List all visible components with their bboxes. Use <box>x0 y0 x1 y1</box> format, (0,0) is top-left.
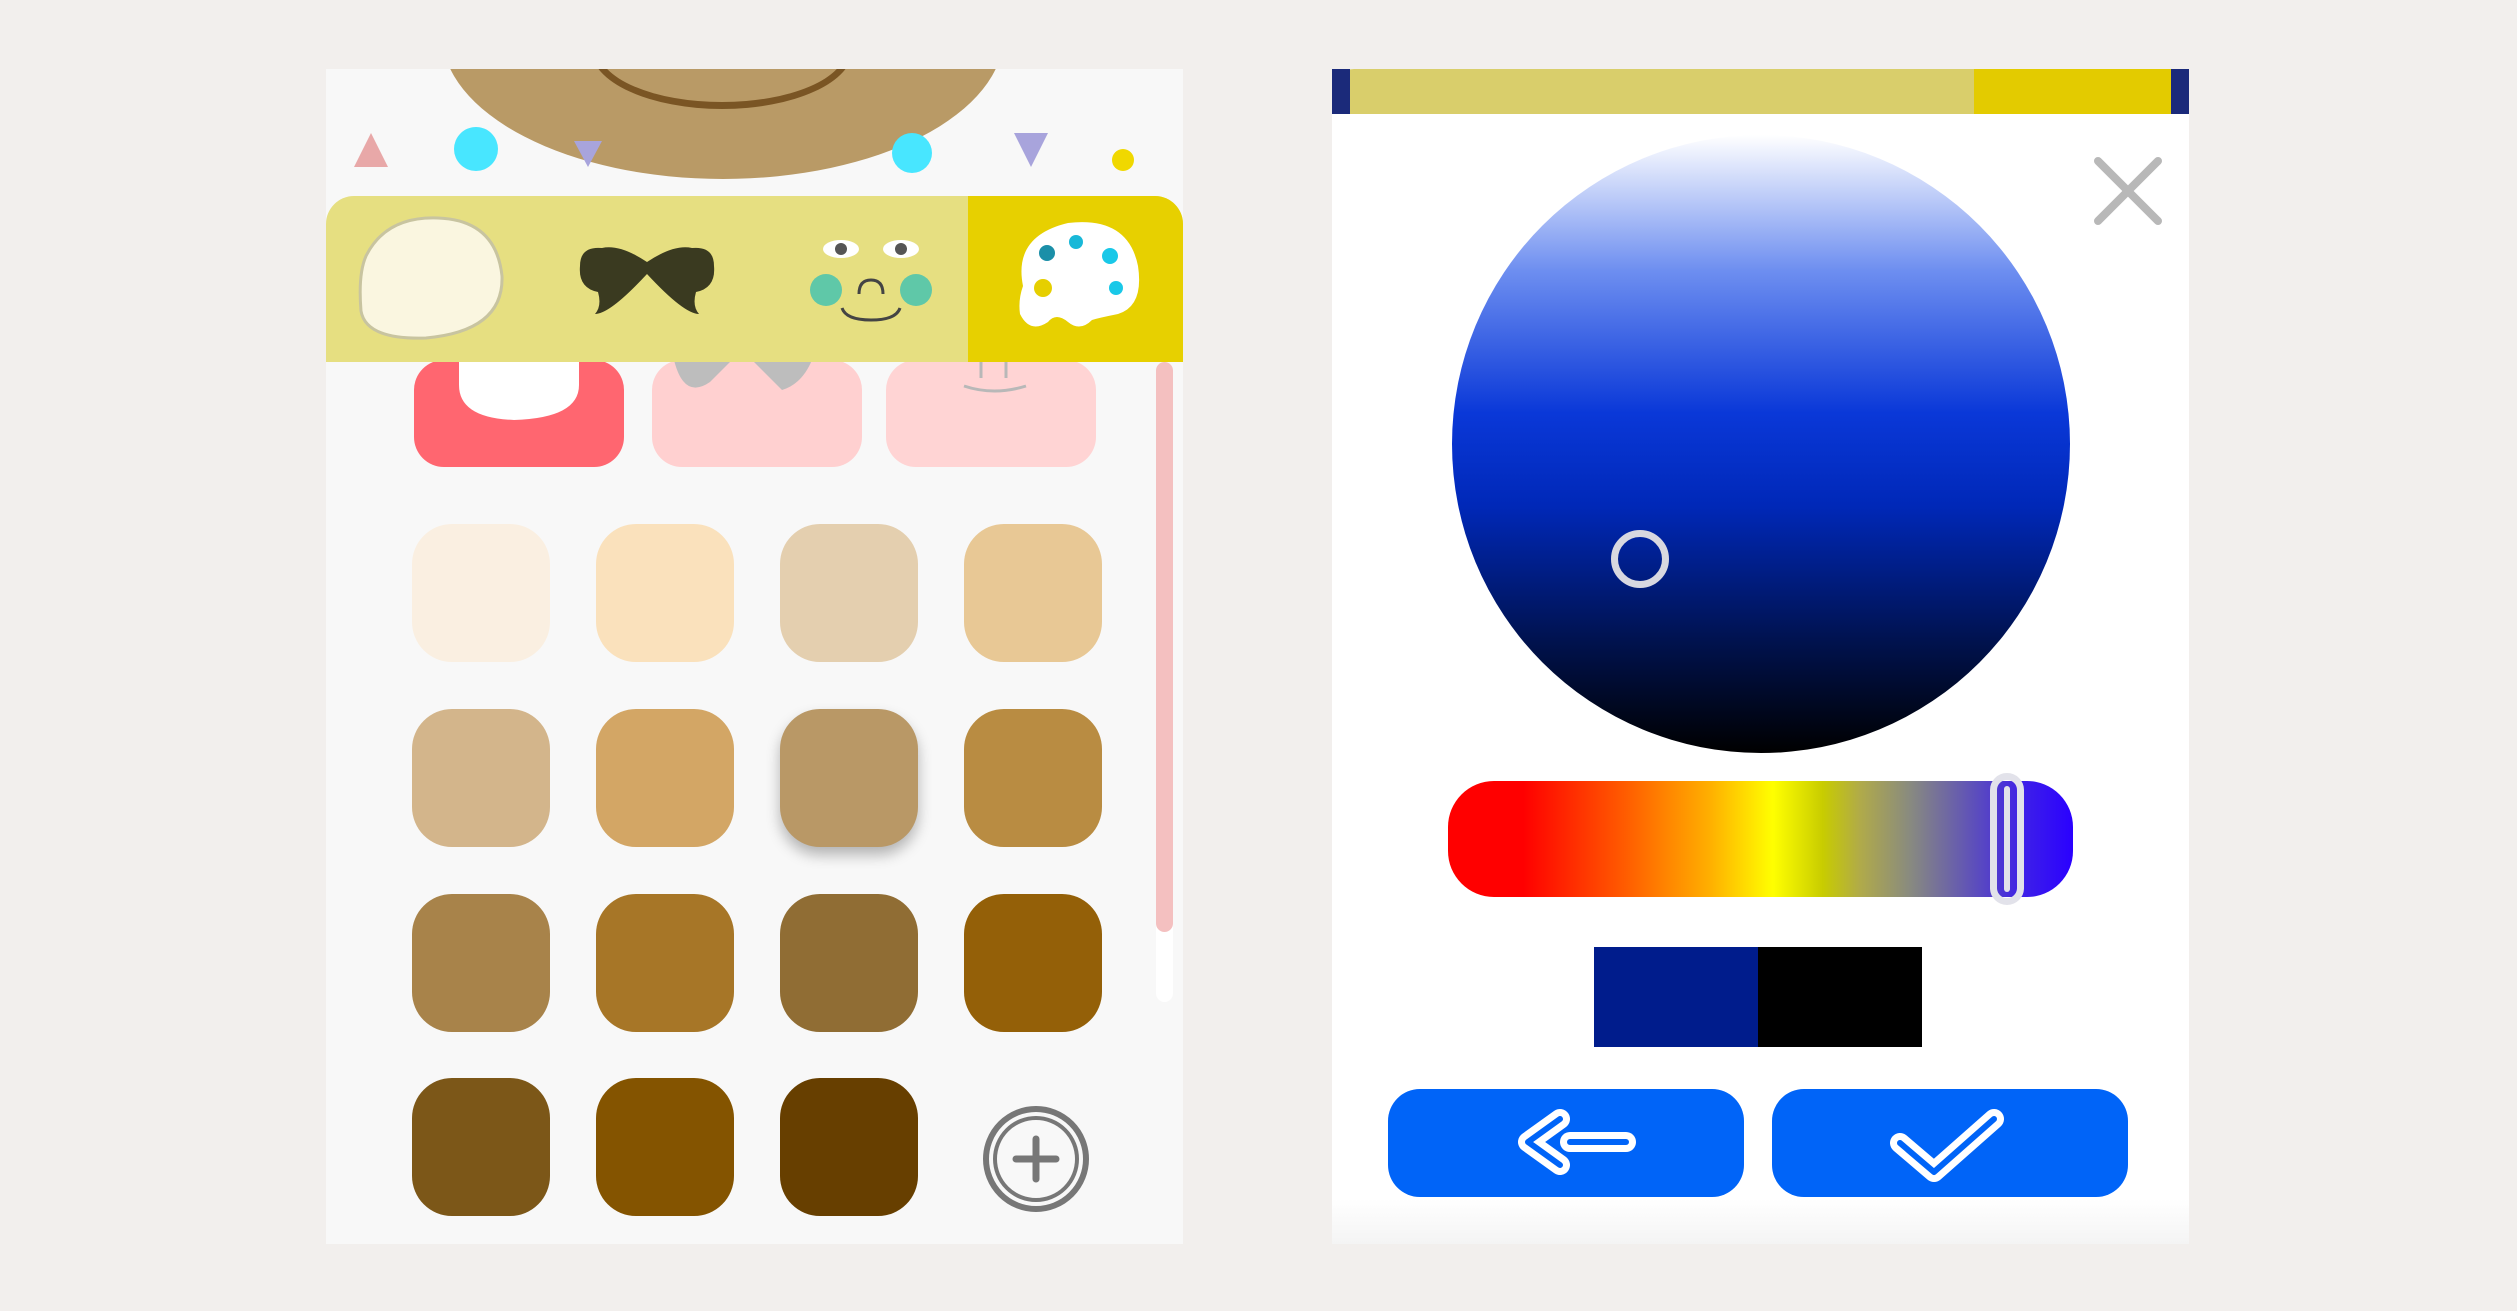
color-swatch[interactable] <box>412 709 550 847</box>
confetti-dot <box>454 127 498 171</box>
category-bar-background <box>1332 69 2189 114</box>
category-bar <box>326 196 1183 362</box>
tab-face-shape[interactable] <box>326 196 540 362</box>
confetti-dot <box>1112 149 1134 171</box>
tab-color-palette[interactable] <box>968 196 1183 362</box>
color-swatch[interactable] <box>596 524 734 662</box>
color-swatch[interactable] <box>412 524 550 662</box>
color-swatch[interactable] <box>964 709 1102 847</box>
color-swatch[interactable] <box>780 524 918 662</box>
avatar-editor-panel <box>326 69 1183 1244</box>
strip-edge <box>1332 69 1350 114</box>
dialog-bottom-edge <box>1332 1199 2189 1244</box>
checkmark-icon <box>1890 1109 2004 1182</box>
color-swatch[interactable] <box>596 1078 734 1216</box>
tab-color-palette-background <box>1974 69 2189 114</box>
face-shape-icon <box>358 216 504 340</box>
confetti-triangle <box>1014 133 1048 167</box>
hue-slider-handle[interactable] <box>1990 773 2024 905</box>
previous-color-preview <box>1758 947 1922 1047</box>
color-swatch[interactable] <box>964 894 1102 1032</box>
color-swatch[interactable] <box>780 709 918 847</box>
color-swatch[interactable] <box>412 1078 550 1216</box>
confetti-dot <box>892 133 932 173</box>
color-swatch[interactable] <box>596 894 734 1032</box>
scrollbar-thumb[interactable] <box>1156 362 1173 932</box>
color-selector-cursor[interactable] <box>1611 530 1669 588</box>
confirm-button[interactable] <box>1772 1089 2128 1197</box>
hue-slider[interactable] <box>1448 781 2073 897</box>
tab-hair[interactable] <box>540 196 754 362</box>
add-color-button[interactable] <box>980 1103 1092 1215</box>
face-features-icon <box>810 240 932 322</box>
color-swatch[interactable] <box>780 1078 918 1216</box>
face-part-icon <box>459 360 579 420</box>
color-swatch[interactable] <box>412 894 550 1032</box>
new-color-preview <box>1594 947 1758 1047</box>
part-tile-features[interactable] <box>886 360 1096 467</box>
palette-icon <box>1019 222 1140 327</box>
strip-edge <box>2171 69 2189 114</box>
hair-part-icon <box>674 360 812 390</box>
color-swatch[interactable] <box>964 524 1102 662</box>
color-swatch[interactable] <box>596 709 734 847</box>
plus-circle-icon <box>983 1106 1089 1212</box>
tab-face-features[interactable] <box>754 196 968 362</box>
part-tile-face[interactable] <box>414 360 624 467</box>
color-swatch[interactable] <box>780 894 918 1032</box>
part-tile-hair[interactable] <box>652 360 862 467</box>
features-part-icon <box>963 362 1027 393</box>
confetti-triangle <box>574 141 602 167</box>
hair-icon <box>579 247 715 314</box>
confetti-triangle <box>354 133 388 167</box>
back-button[interactable] <box>1388 1089 1744 1197</box>
saturation-brightness-wheel[interactable] <box>1452 135 2070 753</box>
color-picker-dialog <box>1332 69 2189 1244</box>
close-button[interactable] <box>2088 151 2168 231</box>
back-arrow-icon <box>1518 1109 1636 1175</box>
close-icon <box>2094 157 2162 225</box>
